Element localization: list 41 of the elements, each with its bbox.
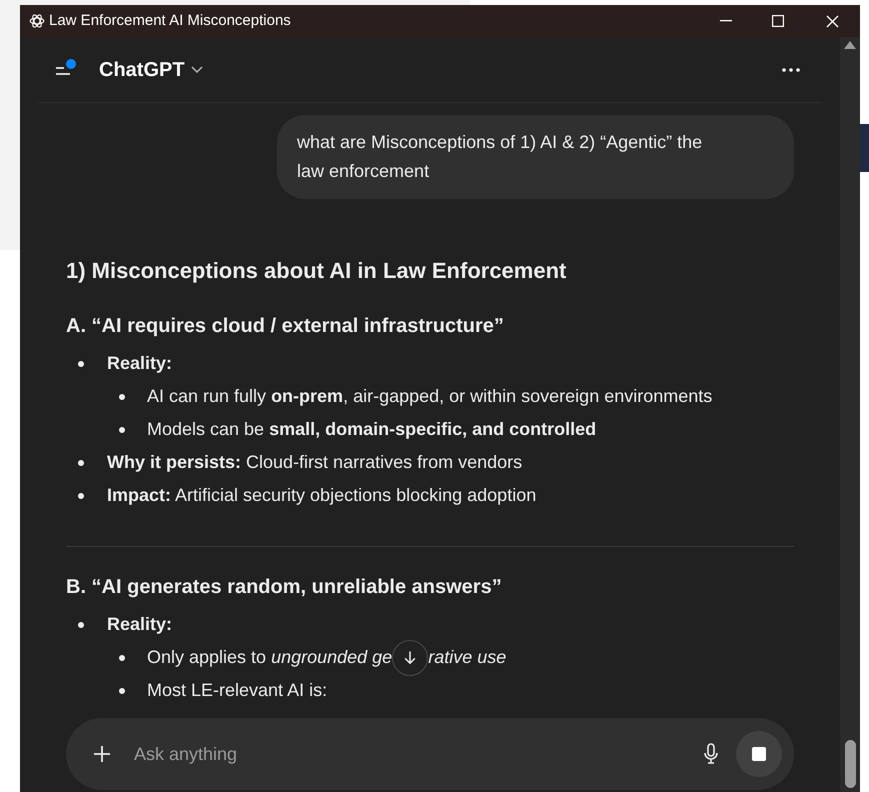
- bullet-icon: [119, 654, 125, 660]
- chevron-down-icon: [190, 66, 203, 74]
- bullet-icon: [78, 360, 84, 366]
- scrollbar-thumb[interactable]: [844, 740, 856, 788]
- more-icon: [782, 68, 800, 72]
- stop-button[interactable]: [736, 731, 782, 777]
- subsection-heading: B. “AI generates random, unreliable answers”: [66, 575, 503, 600]
- scroll-up-icon: [844, 41, 856, 49]
- plus-icon: [93, 745, 111, 763]
- bullet-icon: [78, 622, 84, 628]
- background-window-edge: [860, 124, 869, 172]
- bullet-icon: [78, 492, 84, 498]
- stop-icon: [752, 747, 766, 761]
- list-item-text: Models can be small, domain-specific, and controlled: [147, 419, 596, 439]
- bullet-icon: [78, 460, 84, 466]
- list-item-text: Only applies to ungrounded ge: [147, 647, 392, 667]
- list-item-text: Most LE-relevant AI is:: [147, 680, 328, 700]
- minimize-icon: [720, 20, 732, 22]
- bullet-icon: [119, 394, 125, 400]
- user-message-bubble: what are Misconceptions of 1) AI & 2) “Agentic” the law enforcement: [277, 115, 794, 199]
- list-item-text: Reality:: [107, 614, 172, 634]
- message-input[interactable]: Ask anything: [134, 740, 696, 768]
- scrollbar[interactable]: [840, 37, 860, 792]
- app-logo-icon: [28, 12, 46, 30]
- close-icon: [826, 14, 838, 28]
- message-composer[interactable]: Ask anything: [66, 718, 794, 790]
- list-item-text: rative use: [428, 647, 506, 667]
- bullet-icon: [119, 688, 125, 694]
- more-options-button[interactable]: [782, 68, 800, 72]
- subsection-heading: A. “AI requires cloud / external infrastructure”: [66, 314, 505, 339]
- scroll-down-button[interactable]: [392, 640, 428, 676]
- maximize-icon: [772, 15, 784, 27]
- model-selector[interactable]: ChatGPT: [99, 54, 203, 84]
- list-item-text: Impact: Artificial security objections blocking adoption: [107, 485, 536, 505]
- window-title: Law Enforcement AI Misconceptions: [49, 10, 291, 31]
- section-heading: 1) Misconceptions about AI in Law Enforcement: [66, 257, 568, 285]
- list-item-text: Why it persists: Cloud-first narratives from vendors: [107, 452, 522, 472]
- list-item-text: Reality:: [107, 353, 172, 373]
- bullet-icon: [119, 426, 125, 432]
- microphone-icon: [703, 743, 719, 765]
- list-item-text: AI can run fully on-prem, air-gapped, or within sovereign environments: [147, 386, 712, 406]
